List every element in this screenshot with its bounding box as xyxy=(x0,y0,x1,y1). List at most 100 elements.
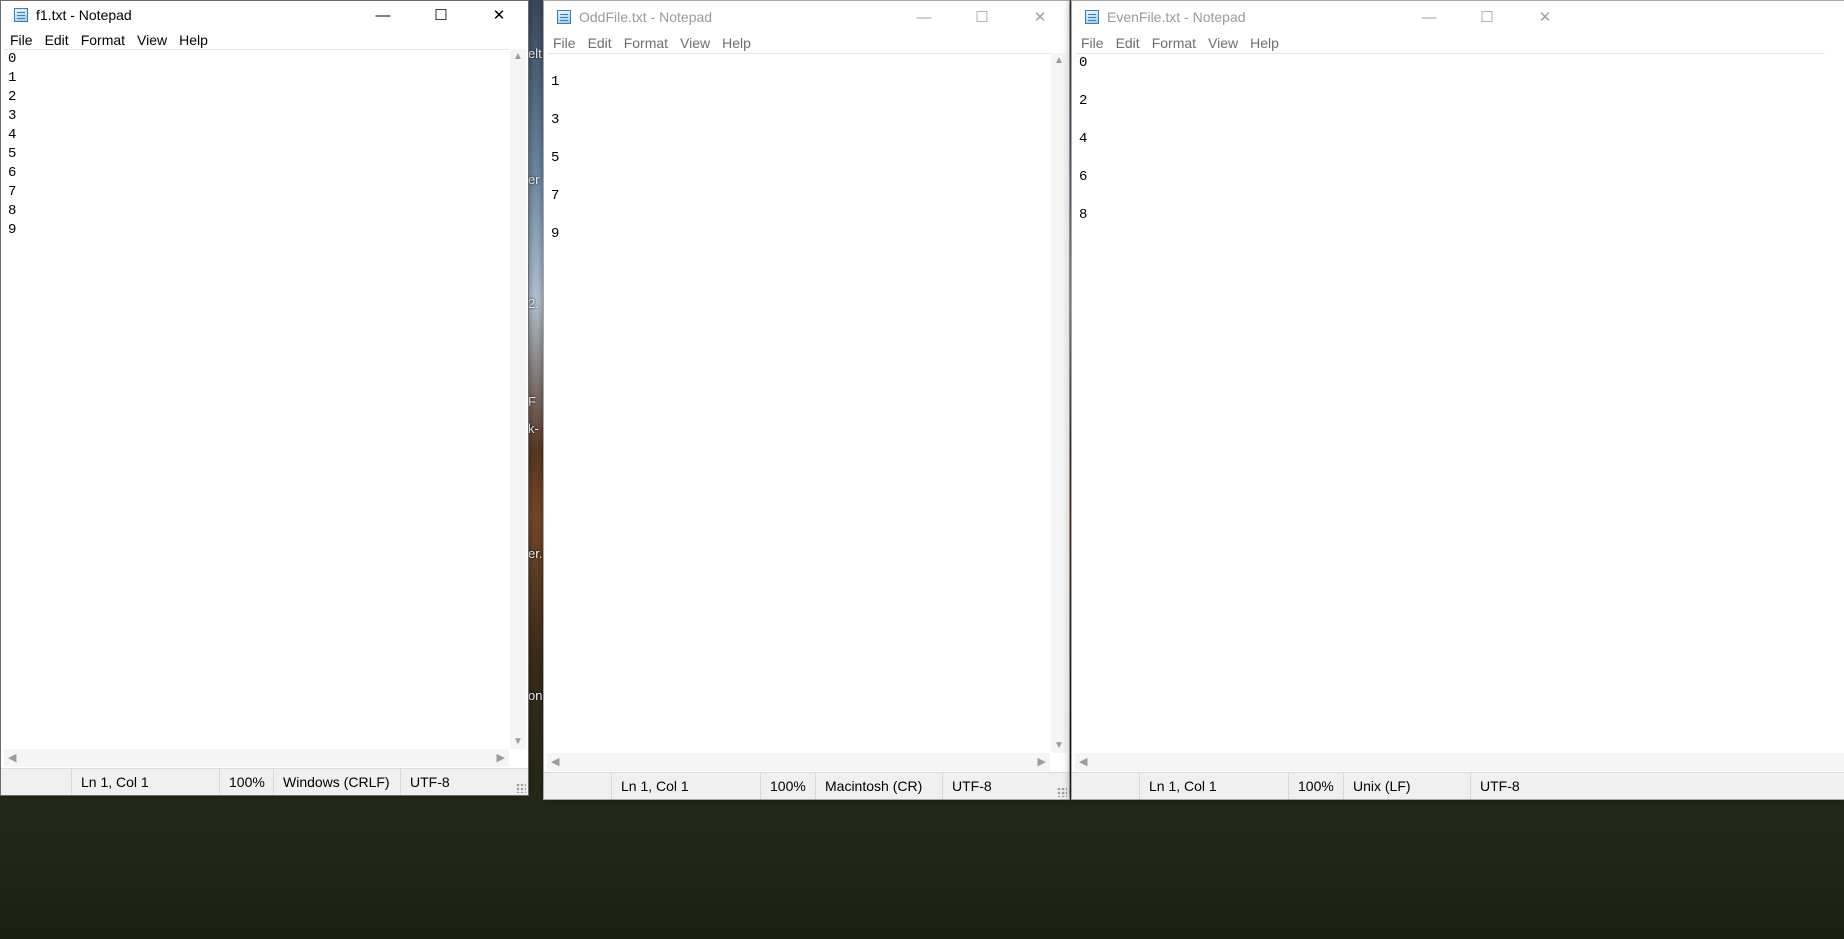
text-line: 3 xyxy=(551,112,560,128)
maximize-button[interactable]: ☐ xyxy=(953,3,1011,31)
close-button[interactable]: ✕ xyxy=(470,1,528,29)
text-line: 9 xyxy=(551,226,560,242)
text-line: 0 xyxy=(8,51,17,67)
scroll-up-arrow-icon[interactable]: ▲ xyxy=(1051,55,1067,66)
menu-bar: File Edit Format View Help xyxy=(1,29,528,51)
text-line xyxy=(547,206,1050,225)
text-line: 2 xyxy=(8,89,17,105)
scroll-left-arrow-icon[interactable]: ◀ xyxy=(1079,753,1087,771)
text-editor[interactable]: 0 1 2 3 4 5 6 7 8 9 xyxy=(4,49,509,749)
menu-help[interactable]: Help xyxy=(1244,35,1285,51)
menu-view[interactable]: View xyxy=(674,35,716,51)
close-button[interactable]: ✕ xyxy=(1516,3,1574,31)
line-ending: Macintosh (CR) xyxy=(815,773,942,799)
scroll-left-arrow-icon[interactable]: ◀ xyxy=(8,749,16,767)
text-line xyxy=(547,92,1050,111)
menu-view[interactable]: View xyxy=(1202,35,1244,51)
scroll-down-arrow-icon[interactable]: ▼ xyxy=(1051,740,1067,751)
scroll-right-arrow-icon[interactable]: ▶ xyxy=(497,749,505,767)
zoom-level: 100% xyxy=(760,773,815,799)
menu-format[interactable]: Format xyxy=(1146,35,1202,51)
zoom-level: 100% xyxy=(219,769,273,795)
text-line: 2 xyxy=(1079,93,1088,109)
window-title: f1.txt - Notepad xyxy=(36,7,132,23)
maximize-button[interactable]: ☐ xyxy=(412,1,470,29)
desktop-icon-label[interactable]: elt xyxy=(528,46,542,61)
line-ending: Unix (LF) xyxy=(1343,773,1470,799)
resize-grip-icon[interactable] xyxy=(1057,787,1067,797)
menu-file[interactable]: File xyxy=(4,32,39,48)
minimize-button[interactable]: — xyxy=(354,1,412,29)
horizontal-scrollbar[interactable]: ◀ ▶ xyxy=(547,753,1050,771)
status-bar: Ln 1, Col 1 100% Unix (LF) UTF-8 xyxy=(1072,772,1844,799)
text-line xyxy=(547,130,1050,149)
resize-grip-icon[interactable] xyxy=(516,783,526,793)
maximize-button[interactable]: ☐ xyxy=(1458,3,1516,31)
text-line: 1 xyxy=(551,74,560,90)
menu-edit[interactable]: Edit xyxy=(1110,35,1146,51)
menu-edit[interactable]: Edit xyxy=(39,32,75,48)
desktop-icon-label[interactable]: 2. xyxy=(528,296,539,311)
encoding: UTF-8 xyxy=(400,769,528,795)
notepad-icon xyxy=(14,8,28,22)
line-ending: Windows (CRLF) xyxy=(273,769,400,795)
notepad-icon xyxy=(1085,10,1099,24)
horizontal-scrollbar[interactable]: ◀ xyxy=(1075,753,1844,771)
scroll-down-arrow-icon[interactable]: ▼ xyxy=(510,736,526,747)
horizontal-scrollbar[interactable]: ◀ ▶ xyxy=(4,749,509,767)
close-button[interactable]: ✕ xyxy=(1011,3,1069,31)
text-line: 6 xyxy=(8,165,17,181)
menu-file[interactable]: File xyxy=(1075,35,1110,51)
text-line: 5 xyxy=(551,150,560,166)
text-line: 5 xyxy=(8,146,17,162)
text-editor[interactable]: 1 3 5 7 9 xyxy=(547,53,1050,753)
menu-help[interactable]: Help xyxy=(173,32,214,48)
text-line xyxy=(547,168,1050,187)
menu-file[interactable]: File xyxy=(547,35,582,51)
text-line: 8 xyxy=(8,203,17,219)
notepad-icon xyxy=(557,10,571,24)
vertical-scrollbar[interactable]: ▲ ▼ xyxy=(1051,53,1067,753)
text-line: 7 xyxy=(8,184,17,200)
text-line: 4 xyxy=(8,127,17,143)
desktop-icon-label[interactable]: F xyxy=(528,394,536,409)
window-title: OddFile.txt - Notepad xyxy=(579,9,713,25)
notepad-window-oddfile[interactable]: OddFile.txt - Notepad — ☐ ✕ File Edit Fo… xyxy=(543,0,1070,800)
text-line xyxy=(1075,73,1825,92)
text-line xyxy=(1075,149,1825,168)
menu-edit[interactable]: Edit xyxy=(582,35,618,51)
scroll-right-arrow-icon[interactable]: ▶ xyxy=(1038,753,1046,771)
title-bar[interactable]: f1.txt - Notepad — ☐ ✕ xyxy=(1,1,528,29)
desktop-icon-label[interactable]: k- xyxy=(528,421,539,436)
text-line: 4 xyxy=(1079,131,1088,147)
status-bar: Ln 1, Col 1 100% Macintosh (CR) UTF-8 xyxy=(544,772,1069,799)
text-line xyxy=(1075,187,1825,206)
window-title: EvenFile.txt - Notepad xyxy=(1107,9,1246,25)
zoom-level: 100% xyxy=(1288,773,1343,799)
minimize-button[interactable]: — xyxy=(1400,3,1458,31)
minimize-button[interactable]: — xyxy=(895,3,953,31)
text-line: 9 xyxy=(8,222,17,238)
menu-format[interactable]: Format xyxy=(618,35,674,51)
desktop-icon-label[interactable]: er. xyxy=(528,546,542,561)
text-line: 0 xyxy=(1079,55,1088,71)
cursor-position: Ln 1, Col 1 xyxy=(611,773,760,799)
menu-view[interactable]: View xyxy=(131,32,173,48)
status-bar: Ln 1, Col 1 100% Windows (CRLF) UTF-8 xyxy=(1,768,528,795)
text-line: 6 xyxy=(1079,169,1088,185)
scroll-up-arrow-icon[interactable]: ▲ xyxy=(510,51,526,62)
menu-format[interactable]: Format xyxy=(75,32,131,48)
text-line: 1 xyxy=(8,70,17,86)
notepad-window-evenfile[interactable]: EvenFile.txt - Notepad — ☐ ✕ File Edit F… xyxy=(1071,0,1844,800)
title-bar[interactable]: OddFile.txt - Notepad — ☐ ✕ xyxy=(544,3,1069,31)
scroll-left-arrow-icon[interactable]: ◀ xyxy=(551,753,559,771)
menu-help[interactable]: Help xyxy=(716,35,757,51)
menu-bar: File Edit Format View Help xyxy=(544,32,1069,54)
title-bar[interactable]: EvenFile.txt - Notepad — ☐ ✕ xyxy=(1072,3,1574,31)
vertical-scrollbar[interactable]: ▲ ▼ xyxy=(510,49,526,749)
text-line xyxy=(547,54,1050,73)
desktop-icon-label[interactable]: er xyxy=(528,172,540,187)
encoding: UTF-8 xyxy=(942,773,1069,799)
notepad-window-f1[interactable]: f1.txt - Notepad — ☐ ✕ File Edit Format … xyxy=(0,0,529,796)
text-editor[interactable]: 0 2 4 6 8 xyxy=(1075,53,1825,753)
